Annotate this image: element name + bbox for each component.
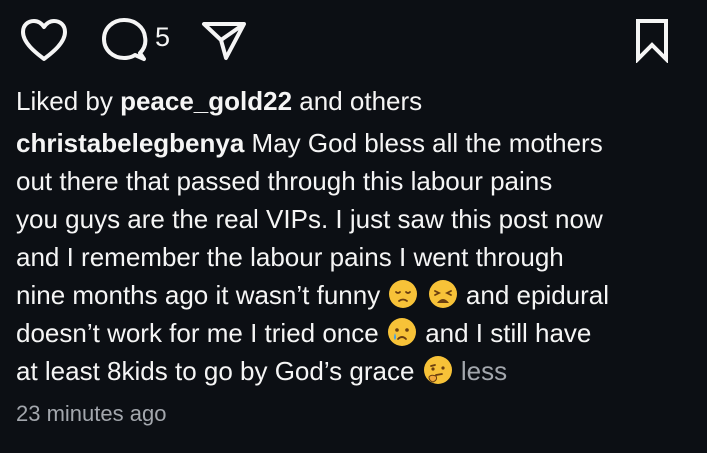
caption-text: you guys are the real VIPs. I just saw t… xyxy=(16,204,603,234)
likes-prefix: Liked by xyxy=(16,86,113,116)
save-button[interactable] xyxy=(628,14,676,66)
pensive-face-emoji xyxy=(389,280,418,308)
caption-line: doesn’t work for me I tried once and I s… xyxy=(16,314,696,352)
thinking-face-emoji xyxy=(423,356,452,384)
post-timestamp: 23 minutes ago xyxy=(16,401,167,426)
caption-text: out there that passed through this labou… xyxy=(16,166,553,196)
paper-plane-icon xyxy=(202,22,246,60)
caption-line: you guys are the real VIPs. I just saw t… xyxy=(16,200,696,238)
post-caption: christabelegbenya May God bless all the … xyxy=(16,124,696,390)
likes-summary: Liked by peace_gold22 and others xyxy=(16,84,422,118)
comment-bubble-icon xyxy=(102,18,148,61)
caption-text: May God bless all the mothers xyxy=(251,128,603,158)
caption-line: at least 8kids to go by God’s grace less xyxy=(16,352,696,390)
caption-line: christabelegbenya May God bless all the … xyxy=(16,124,696,162)
likes-suffix[interactable]: and others xyxy=(299,86,422,116)
crying-face-emoji xyxy=(387,318,416,346)
share-button[interactable] xyxy=(198,14,250,66)
caption-text: nine months ago it wasn’t funny xyxy=(16,280,381,310)
caption-line: out there that passed through this labou… xyxy=(16,162,696,200)
caption-line: and I remember the labour pains I went t… xyxy=(16,238,696,276)
comment-count: 5 xyxy=(155,22,171,52)
bookmark-icon xyxy=(636,19,668,63)
caption-username[interactable]: christabelegbenya xyxy=(16,128,244,158)
caption-text: doesn’t work for me I tried once xyxy=(16,318,379,348)
post-action-bar: 5 xyxy=(0,0,707,80)
less-toggle[interactable]: less xyxy=(461,356,507,386)
weary-face-emoji xyxy=(428,280,457,308)
liked-by-username[interactable]: peace_gold22 xyxy=(120,86,292,116)
caption-text: and epidural xyxy=(465,280,610,310)
comment-button[interactable] xyxy=(98,14,150,66)
caption-text: and I still have xyxy=(425,318,592,348)
heart-icon xyxy=(21,19,67,61)
caption-line: nine months ago it wasn’t funny and epid… xyxy=(16,276,696,314)
caption-text: and I remember the labour pains I went t… xyxy=(16,242,564,272)
caption-text: at least 8kids to go by God’s grace xyxy=(16,356,415,386)
like-button[interactable] xyxy=(18,14,70,66)
